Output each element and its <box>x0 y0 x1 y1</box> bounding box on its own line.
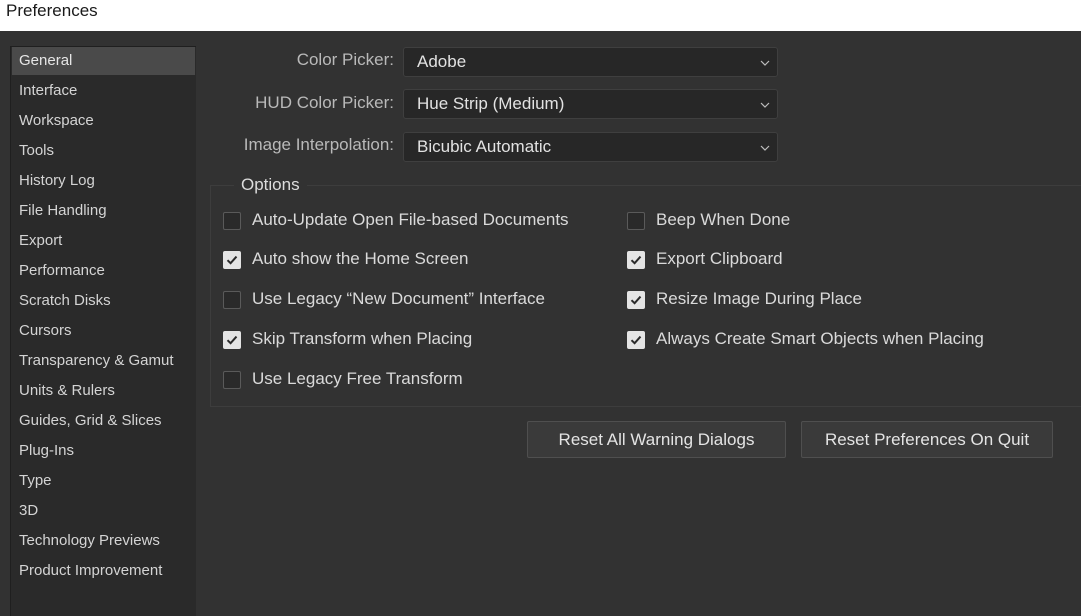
sidebar-item-scratch-disks[interactable]: Scratch Disks <box>12 287 195 315</box>
reset-preferences-button[interactable]: Reset Preferences On Quit <box>801 421 1053 458</box>
sidebar-item-guides-grid-slices[interactable]: Guides, Grid & Slices <box>12 407 195 435</box>
sidebar-item-cursors[interactable]: Cursors <box>12 317 195 345</box>
sidebar-item-export[interactable]: Export <box>12 227 195 255</box>
color-picker-label: Color Picker: <box>296 50 394 69</box>
checkbox[interactable] <box>223 371 241 389</box>
sidebar-item-type[interactable]: Type <box>12 467 195 495</box>
hud-color-picker-label: HUD Color Picker: <box>255 93 394 112</box>
checkbox[interactable] <box>223 291 241 309</box>
option-skip-transform-placing[interactable]: Skip Transform when Placing <box>223 328 603 352</box>
checkmark-icon <box>630 295 642 305</box>
checkbox[interactable] <box>627 291 645 309</box>
option-label: Auto-Update Open File-based Documents <box>252 210 569 229</box>
hud-color-picker-select[interactable]: Hue Strip (Medium) <box>403 89 778 119</box>
checkbox[interactable] <box>627 331 645 349</box>
checkmark-icon <box>226 335 238 345</box>
sidebar-item-interface[interactable]: Interface <box>12 77 195 105</box>
options-group-title: Options <box>234 175 307 195</box>
chevron-down-icon <box>760 145 770 151</box>
sidebar-item-product-improvement[interactable]: Product Improvement <box>12 557 195 585</box>
option-resize-image-during-place[interactable]: Resize Image During Place <box>627 288 1027 312</box>
window-title: Preferences <box>6 1 98 20</box>
checkbox[interactable] <box>223 251 241 269</box>
checkbox[interactable] <box>223 331 241 349</box>
title-bar: Preferences <box>0 0 1081 31</box>
preferences-sidebar: General Interface Workspace Tools Histor… <box>10 46 196 616</box>
image-interpolation-select[interactable]: Bicubic Automatic <box>403 132 778 162</box>
sidebar-item-general[interactable]: General <box>12 47 195 75</box>
option-beep-when-done[interactable]: Beep When Done <box>627 209 1027 233</box>
chevron-down-icon <box>760 102 770 108</box>
color-picker-value: Adobe <box>417 52 467 71</box>
chevron-down-icon <box>760 60 770 66</box>
checkmark-icon <box>630 335 642 345</box>
option-export-clipboard[interactable]: Export Clipboard <box>627 248 1027 272</box>
option-label: Auto show the Home Screen <box>252 249 469 268</box>
option-legacy-free-transform[interactable]: Use Legacy Free Transform <box>223 368 603 392</box>
option-label: Export Clipboard <box>656 249 783 268</box>
checkmark-icon <box>226 255 238 265</box>
sidebar-item-history-log[interactable]: History Log <box>12 167 195 195</box>
sidebar-item-transparency-gamut[interactable]: Transparency & Gamut <box>12 347 195 375</box>
option-label: Skip Transform when Placing <box>252 329 473 348</box>
option-label: Use Legacy Free Transform <box>252 369 463 388</box>
option-auto-show-home-screen[interactable]: Auto show the Home Screen <box>223 248 603 272</box>
option-auto-update-documents[interactable]: Auto-Update Open File-based Documents <box>223 209 603 233</box>
checkbox[interactable] <box>223 212 241 230</box>
sidebar-item-workspace[interactable]: Workspace <box>12 107 195 135</box>
sidebar-item-performance[interactable]: Performance <box>12 257 195 285</box>
sidebar-item-plug-ins[interactable]: Plug-Ins <box>12 437 195 465</box>
image-interpolation-label: Image Interpolation: <box>243 135 394 154</box>
option-always-create-smart-objects[interactable]: Always Create Smart Objects when Placing <box>627 328 1027 352</box>
option-label: Beep When Done <box>656 210 791 229</box>
option-legacy-new-document[interactable]: Use Legacy “New Document” Interface <box>223 288 603 312</box>
hud-color-picker-value: Hue Strip (Medium) <box>417 94 565 113</box>
sidebar-item-3d[interactable]: 3D <box>12 497 195 525</box>
sidebar-item-tools[interactable]: Tools <box>12 137 195 165</box>
reset-warning-dialogs-button[interactable]: Reset All Warning Dialogs <box>527 421 786 458</box>
option-label: Always Create Smart Objects when Placing <box>656 329 984 348</box>
checkbox[interactable] <box>627 251 645 269</box>
option-label: Resize Image During Place <box>656 289 862 308</box>
color-picker-select[interactable]: Adobe <box>403 47 778 77</box>
option-label: Use Legacy “New Document” Interface <box>252 289 545 308</box>
sidebar-item-units-rulers[interactable]: Units & Rulers <box>12 377 195 405</box>
checkbox[interactable] <box>627 212 645 230</box>
sidebar-item-file-handling[interactable]: File Handling <box>12 197 195 225</box>
checkmark-icon <box>630 255 642 265</box>
sidebar-item-technology-previews[interactable]: Technology Previews <box>12 527 195 555</box>
image-interpolation-value: Bicubic Automatic <box>417 137 552 156</box>
